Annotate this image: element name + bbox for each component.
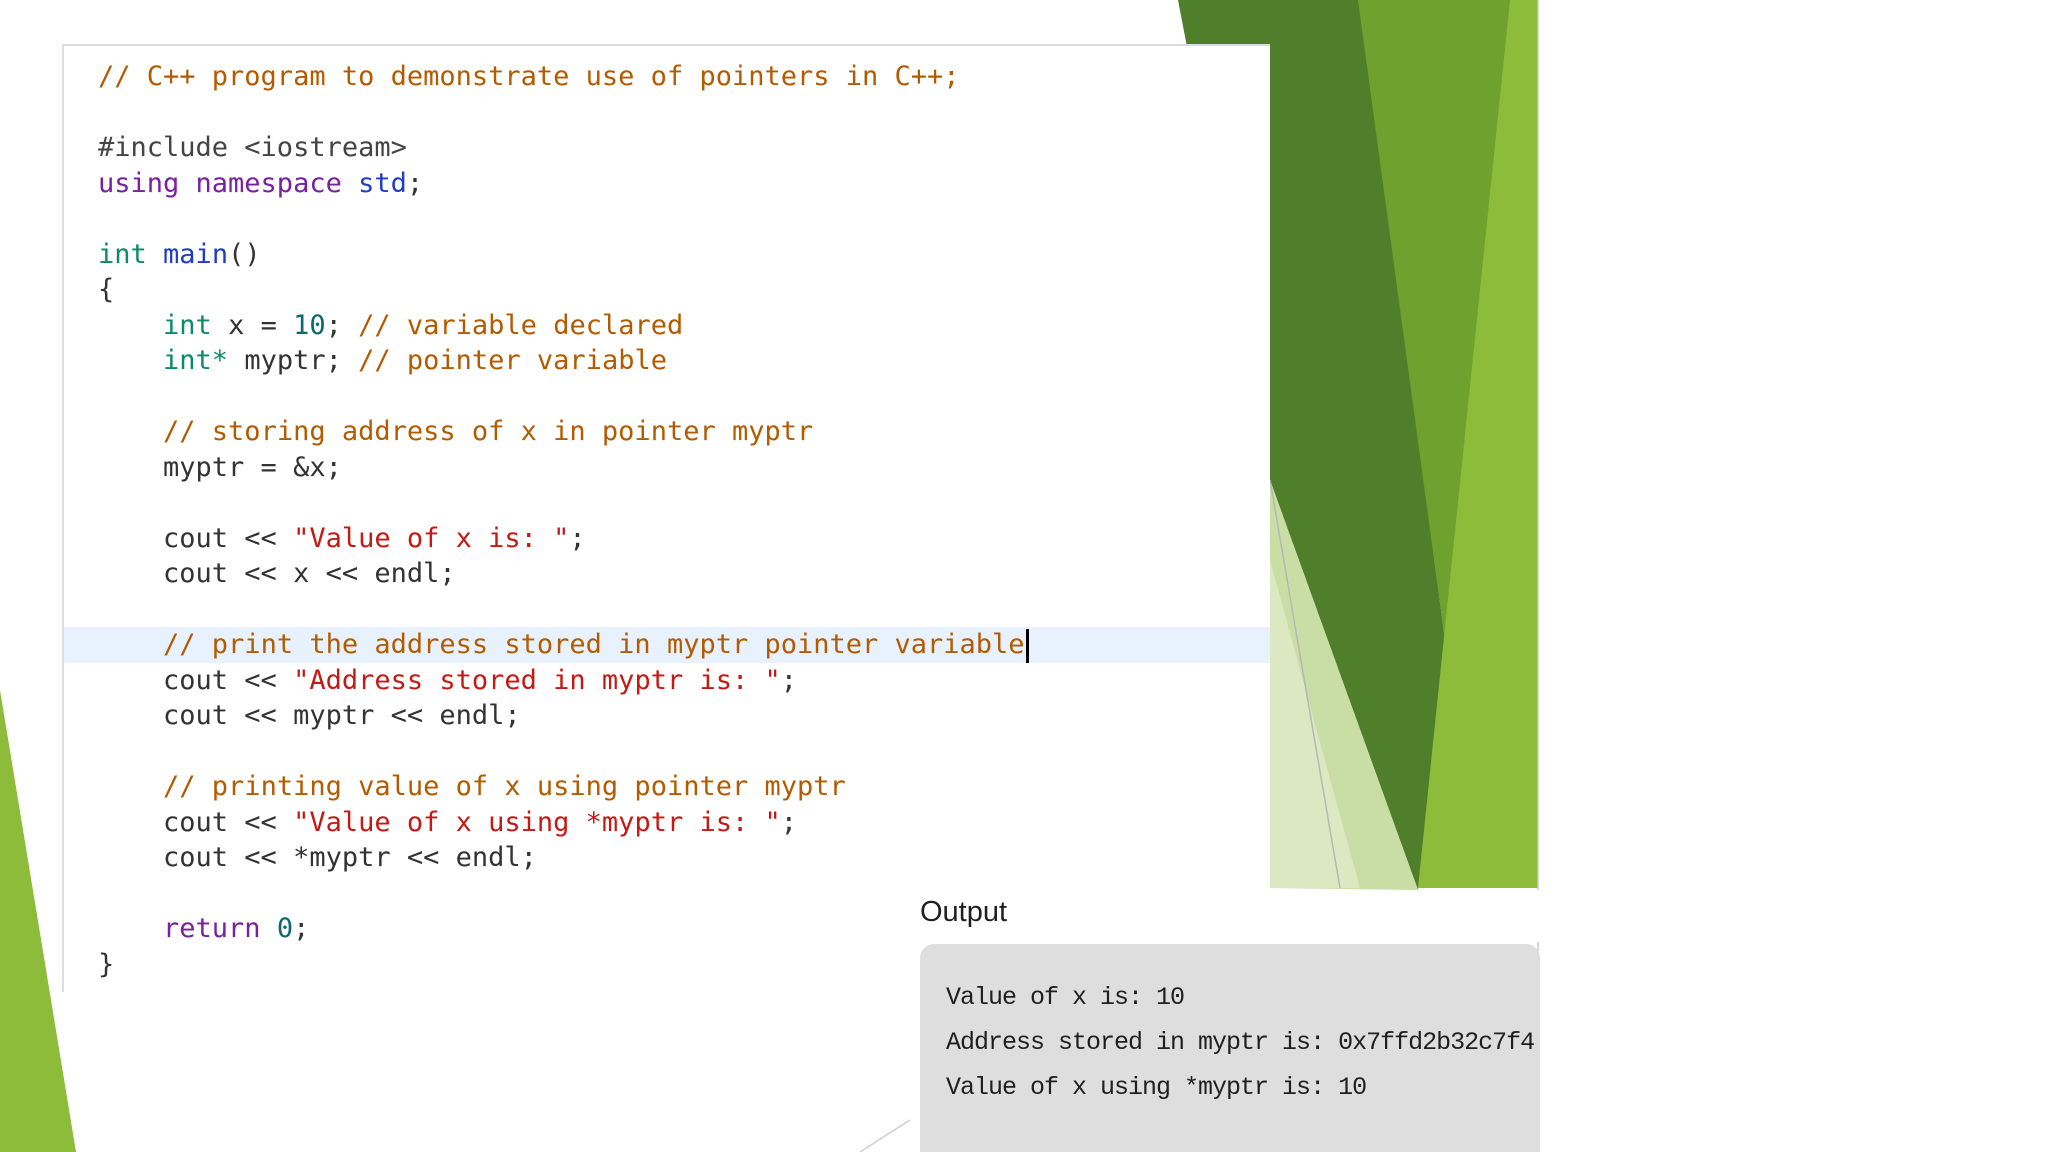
code-line[interactable]: cout << x << endl;	[64, 556, 1270, 592]
code-line[interactable]	[64, 95, 1270, 131]
code-token: // C++ program to demonstrate use of poi…	[98, 61, 960, 92]
code-token: ;	[569, 523, 586, 554]
code-token: cout << *myptr << endl;	[98, 842, 537, 873]
code-token: #include <iostream>	[98, 132, 407, 163]
code-token: 0	[276, 913, 294, 944]
code-token: }	[98, 949, 115, 980]
code-token: int	[98, 239, 147, 270]
code-token: "Address stored in myptr is: "	[293, 665, 781, 696]
code-line[interactable]: myptr = &x;	[64, 450, 1270, 486]
code-line[interactable]	[64, 734, 1270, 770]
code-line[interactable]: cout << "Value of x is: ";	[64, 521, 1270, 557]
code-editor[interactable]: // C++ program to demonstrate use of poi…	[62, 44, 1270, 992]
code-line[interactable]	[64, 379, 1270, 415]
code-token: using namespace	[98, 168, 359, 199]
output-title: Output	[920, 896, 1008, 928]
code-line[interactable]: int x = 10; // variable declared	[64, 308, 1270, 344]
output-line: Value of x using *myptr is: 10	[946, 1073, 1367, 1102]
output-header: Output	[920, 890, 1540, 942]
code-line[interactable]: int* myptr; // pointer variable	[64, 343, 1270, 379]
code-token: ;	[780, 807, 798, 838]
code-line[interactable]: // C++ program to demonstrate use of poi…	[64, 59, 1270, 95]
code-token: myptr = &x;	[98, 452, 342, 483]
code-token: ;	[325, 310, 359, 341]
code-line[interactable]: // print the address stored in myptr poi…	[64, 627, 1270, 663]
code-line[interactable]: cout << "Value of x using *myptr is: ";	[64, 805, 1270, 841]
code-token: int*	[163, 345, 229, 376]
code-line[interactable]: int main()	[64, 237, 1270, 273]
code-line[interactable]: {	[64, 272, 1270, 308]
code-token: {	[98, 274, 115, 305]
code-token: std	[358, 168, 407, 199]
code-token: // print the address stored in myptr poi…	[163, 629, 1025, 660]
code-token: // pointer variable	[358, 345, 667, 376]
code-line[interactable]	[64, 485, 1270, 521]
code-token: ;	[780, 665, 798, 696]
code-token: ;	[293, 913, 310, 944]
code-token: cout <<	[98, 807, 294, 838]
code-line[interactable]	[64, 201, 1270, 237]
code-token: x =	[211, 310, 294, 341]
code-line[interactable]: cout << *myptr << endl;	[64, 840, 1270, 876]
code-token: ;	[406, 168, 424, 199]
code-token: cout << x << endl;	[98, 558, 456, 589]
code-token: "Value of x using *myptr is: "	[293, 807, 781, 838]
code-token: ()	[228, 239, 261, 270]
code-line[interactable]: using namespace std;	[64, 166, 1270, 202]
code-token: cout << myptr << endl;	[98, 700, 521, 731]
code-token: main	[163, 239, 229, 270]
output-console: Value of x is: 10 Address stored in mypt…	[920, 944, 1540, 1152]
code-line[interactable]: #include <iostream>	[64, 130, 1270, 166]
output-line: Value of x is: 10	[946, 983, 1185, 1012]
code-token: 10	[293, 310, 326, 341]
code-line[interactable]: cout << myptr << endl;	[64, 698, 1270, 734]
code-token: "Value of x is: "	[293, 523, 570, 554]
code-line[interactable]	[64, 592, 1270, 628]
code-token: return	[163, 913, 261, 944]
code-token: // storing address of x in pointer myptr	[163, 416, 814, 447]
code-token: int	[163, 310, 212, 341]
code-token: // variable declared	[358, 310, 684, 341]
decorative-line-bottom	[859, 1119, 911, 1152]
code-token: cout <<	[98, 523, 294, 554]
code-line[interactable]: // storing address of x in pointer myptr	[64, 414, 1270, 450]
text-cursor	[1025, 628, 1029, 663]
output-line: Address stored in myptr is: 0x7ffd2b32c7…	[946, 1028, 1535, 1057]
code-line[interactable]: // printing value of x using pointer myp…	[64, 769, 1270, 805]
code-line[interactable]: cout << "Address stored in myptr is: ";	[64, 663, 1270, 699]
code-token: // printing value of x using pointer myp…	[163, 771, 846, 802]
code-token: cout <<	[98, 665, 294, 696]
code-token: myptr;	[228, 345, 359, 376]
